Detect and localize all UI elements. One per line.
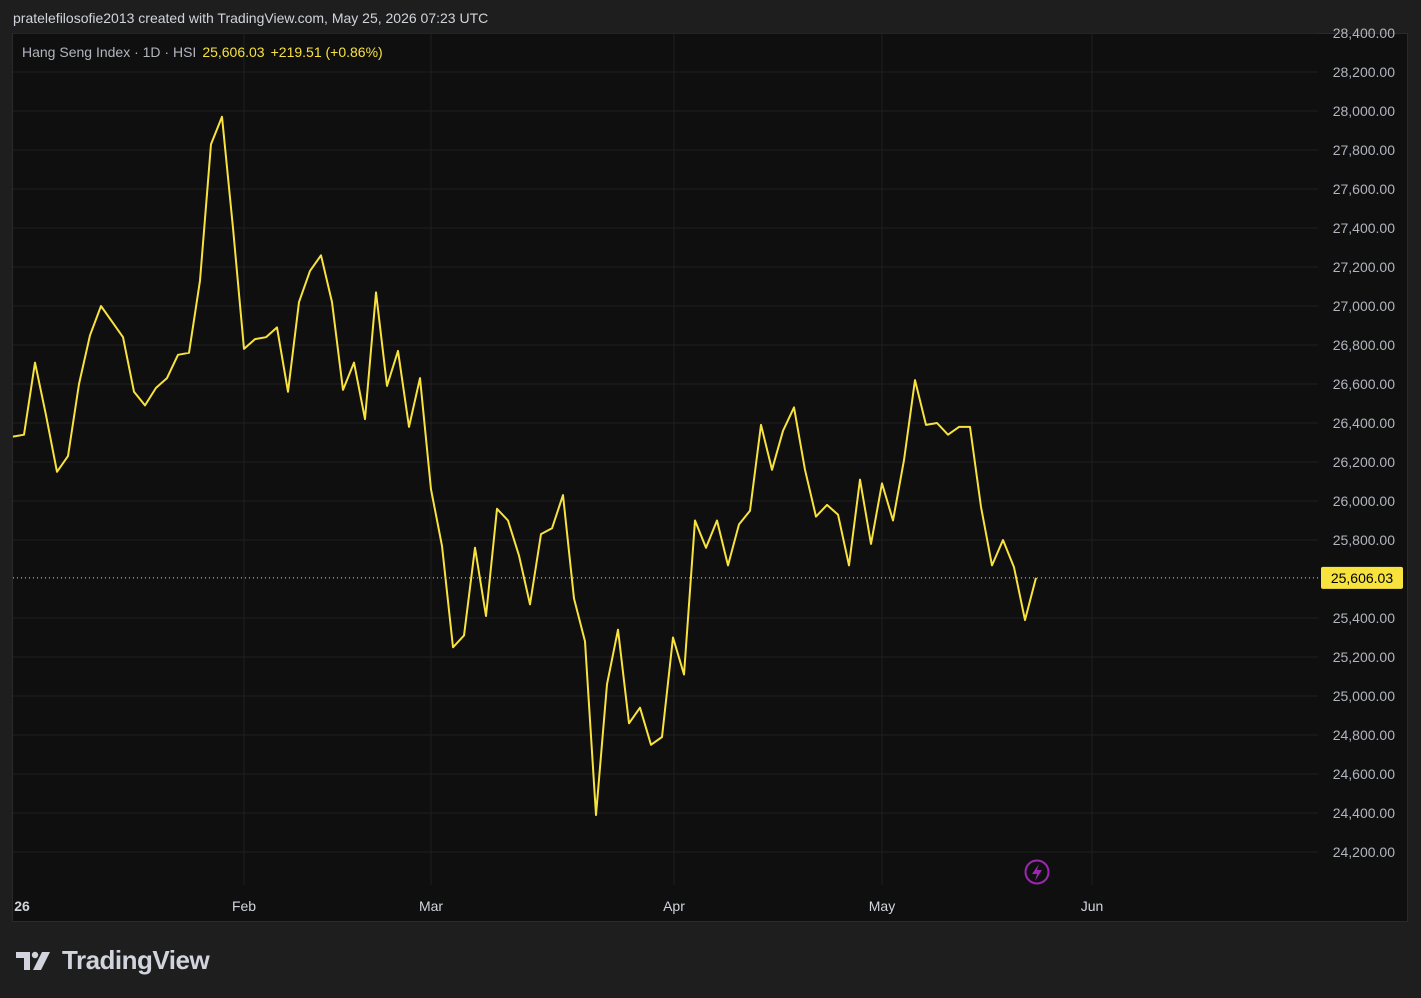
y-tick-label: 28,000.00	[1333, 103, 1395, 119]
y-tick-label: 26,400.00	[1333, 415, 1395, 431]
y-tick-label: 27,200.00	[1333, 259, 1395, 275]
brand-name: TradingView	[62, 945, 210, 975]
y-tick-label: 25,000.00	[1333, 688, 1395, 704]
y-tick-label: 25,800.00	[1333, 532, 1395, 548]
x-tick-label: Jun	[1081, 898, 1104, 914]
lightning-event-icon[interactable]	[1024, 859, 1050, 885]
series-line	[12, 115, 1037, 816]
x-tick-label: Apr	[663, 898, 685, 914]
y-tick-label: 26,600.00	[1333, 376, 1395, 392]
y-tick-label: 27,600.00	[1333, 181, 1395, 197]
y-tick-label: 27,800.00	[1333, 142, 1395, 158]
page: pratelefilosofie2013 created with Tradin…	[0, 0, 1421, 998]
y-tick-label: 27,000.00	[1333, 298, 1395, 314]
tradingview-brand[interactable]: TradingView	[16, 945, 210, 976]
series-points	[12, 116, 1037, 816]
y-tick-label: 24,400.00	[1333, 805, 1395, 821]
x-tick-label: Feb	[232, 898, 256, 914]
y-tick-label: 25,200.00	[1333, 649, 1395, 665]
y-tick-label: 24,600.00	[1333, 766, 1395, 782]
y-tick-label: 27,400.00	[1333, 220, 1395, 236]
tradingview-logo-icon	[16, 951, 50, 970]
legend-change: +219.51 (+0.86%)	[270, 44, 383, 60]
x-tick-label: 26	[14, 898, 30, 914]
legend-symbol[interactable]: Hang Seng Index · 1D · HSI	[22, 44, 196, 60]
y-tick-label: 26,200.00	[1333, 454, 1395, 470]
symbol-legend[interactable]: Hang Seng Index · 1D · HSI 25,606.03 +219.…	[22, 44, 383, 60]
y-tick-label: 28,200.00	[1333, 64, 1395, 80]
lightning-bolt	[1032, 864, 1042, 881]
y-tick-label: 24,800.00	[1333, 727, 1395, 743]
y-tick-label: 26,000.00	[1333, 493, 1395, 509]
y-tick-label: 24,200.00	[1333, 844, 1395, 860]
price-chart[interactable]: 28,400.00 28,200.00 28,000.00 27,800.00 27,6…	[0, 0, 1421, 998]
legend-price: 25,606.03	[202, 44, 265, 60]
x-tick-label: May	[869, 898, 895, 914]
last-price-label: 25,606.03	[1331, 570, 1393, 586]
y-tick-label: 28,400.00	[1333, 25, 1395, 41]
y-tick-label: 26,800.00	[1333, 337, 1395, 353]
x-tick-label: Mar	[419, 898, 443, 914]
y-tick-label: 25,400.00	[1333, 610, 1395, 626]
